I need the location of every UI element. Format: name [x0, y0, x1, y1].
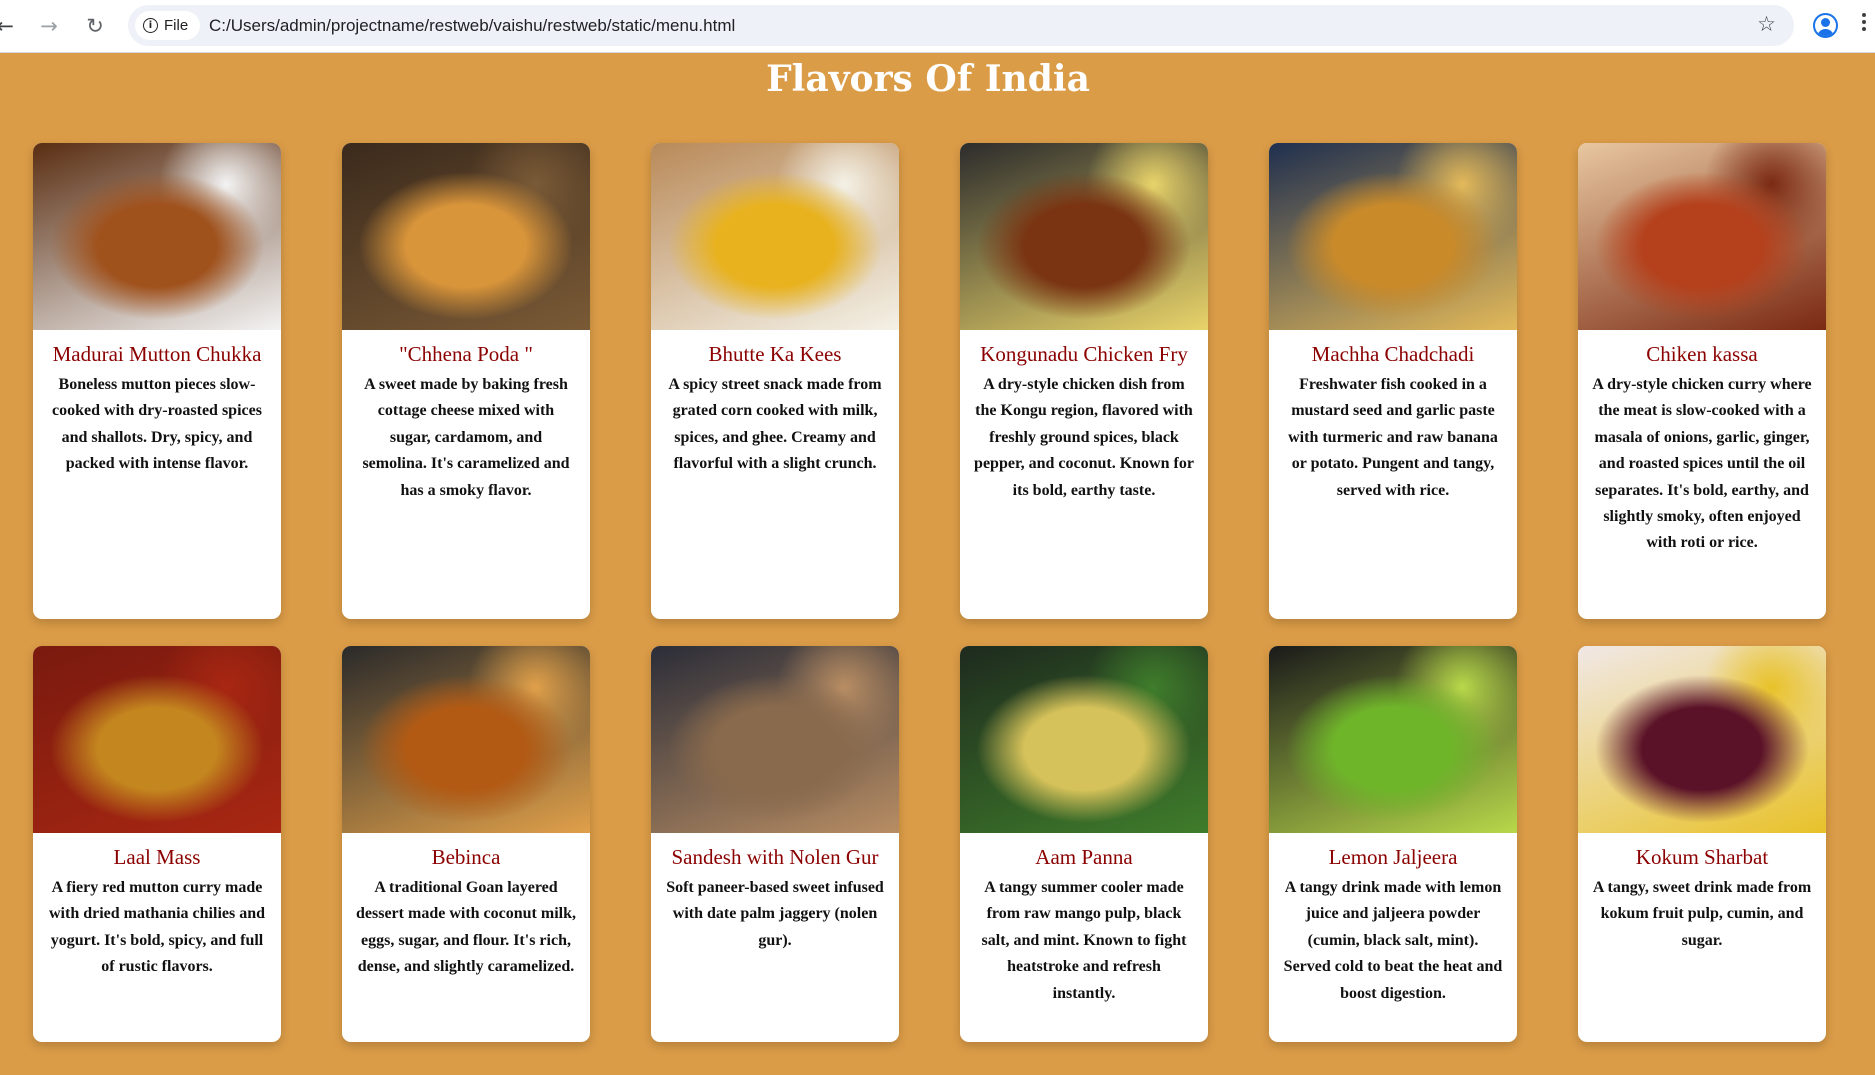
- dish-card[interactable]: Bhutte Ka Kees A spicy street snack made …: [651, 143, 899, 619]
- dish-grid: Madurai Mutton Chukka Boneless mutton pie…: [33, 143, 1826, 1042]
- dish-image: [960, 143, 1208, 330]
- dish-description: A fiery red mutton curry made with dried…: [48, 879, 266, 976]
- file-label: File: [164, 17, 189, 34]
- back-arrow-icon[interactable]: ←: [0, 11, 20, 41]
- dish-image: [651, 646, 899, 833]
- dish-card[interactable]: Lemon Jaljeera A tangy drink made with le…: [1269, 646, 1517, 1042]
- dish-name: Chiken kassa: [1646, 342, 1758, 366]
- dish-image: [33, 646, 281, 833]
- dish-image: [342, 646, 590, 833]
- dish-name: "Chhena Poda ": [399, 342, 533, 366]
- dish-description: A tangy drink made with lemon juice and …: [1283, 879, 1503, 1002]
- dish-description: Boneless mutton pieces slow-cooked with …: [52, 376, 262, 473]
- dish-description: A dry-style chicken curry where the meat…: [1592, 376, 1812, 552]
- dish-card[interactable]: Kokum Sharbat A tangy, sweet drink made f…: [1578, 646, 1826, 1042]
- dish-card[interactable]: "Chhena Poda " A sweet made by baking fre…: [342, 143, 590, 619]
- dish-description: Soft paneer-based sweet infused with dat…: [666, 879, 884, 949]
- dish-name: Bebinca: [431, 845, 501, 869]
- dish-image: [960, 646, 1208, 833]
- dish-card[interactable]: Machha Chadchadi Freshwater fish cooked i…: [1269, 143, 1517, 619]
- dish-description: A tangy, sweet drink made from kokum fru…: [1592, 879, 1812, 949]
- dish-name: Kokum Sharbat: [1635, 845, 1769, 869]
- dish-name: Bhutte Ka Kees: [708, 342, 842, 366]
- page-title: Flavors Of India: [766, 58, 1090, 100]
- dish-image: [1269, 143, 1517, 330]
- dish-name: Aam Panna: [1035, 845, 1133, 869]
- dish-image: [1578, 143, 1826, 330]
- dish-card[interactable]: Sandesh with Nolen Gur Soft paneer-based …: [651, 646, 899, 1042]
- dish-name: Sandesh with Nolen Gur: [671, 845, 879, 869]
- dish-card[interactable]: Chiken kassa A dry-style chicken curry wh…: [1578, 143, 1826, 619]
- dish-card[interactable]: Aam Panna A tangy summer cooler made from…: [960, 646, 1208, 1042]
- info-icon: i: [143, 18, 158, 33]
- dish-description: A dry-style chicken dish from the Kongu …: [974, 376, 1194, 499]
- dish-name: Madurai Mutton Chukka: [52, 342, 262, 366]
- more-menu-icon[interactable]: [1862, 13, 1866, 31]
- dish-card[interactable]: Bebinca A traditional Goan layered desser…: [342, 646, 590, 1042]
- dish-description: A spicy street snack made from grated co…: [668, 376, 882, 473]
- site-info-chip[interactable]: i File: [135, 11, 201, 40]
- dish-card[interactable]: Kongunadu Chicken Fry A dry-style chicken…: [960, 143, 1208, 619]
- profile-icon[interactable]: [1813, 13, 1838, 38]
- dish-name: Kongunadu Chicken Fry: [980, 342, 1188, 366]
- reload-icon[interactable]: ↻: [80, 11, 110, 41]
- dish-description: Freshwater fish cooked in a mustard seed…: [1288, 376, 1498, 499]
- dish-image: [1269, 646, 1517, 833]
- dish-description: A traditional Goan layered dessert made …: [356, 879, 576, 976]
- dish-card[interactable]: Madurai Mutton Chukka Boneless mutton pie…: [33, 143, 281, 619]
- dish-name: Laal Mass: [113, 845, 201, 869]
- star-icon[interactable]: ☆: [1757, 12, 1776, 36]
- browser-toolbar: ← → ↻ i File C:/Users/admin/projectname/…: [0, 0, 1875, 53]
- dish-image: [33, 143, 281, 330]
- url-text[interactable]: C:/Users/admin/projectname/restweb/vaish…: [209, 16, 735, 36]
- dish-image: [342, 143, 590, 330]
- dish-name: Lemon Jaljeera: [1328, 845, 1458, 869]
- dish-card[interactable]: Laal Mass A fiery red mutton curry made w…: [33, 646, 281, 1042]
- address-bar[interactable]: i File C:/Users/admin/projectname/restwe…: [128, 5, 1794, 46]
- dish-description: A tangy summer cooler made from raw mang…: [981, 879, 1187, 1002]
- forward-arrow-icon[interactable]: →: [34, 11, 64, 41]
- dish-image: [651, 143, 899, 330]
- dish-description: A sweet made by baking fresh cottage che…: [362, 376, 570, 499]
- dish-name: Machha Chadchadi: [1311, 342, 1475, 366]
- dish-image: [1578, 646, 1826, 833]
